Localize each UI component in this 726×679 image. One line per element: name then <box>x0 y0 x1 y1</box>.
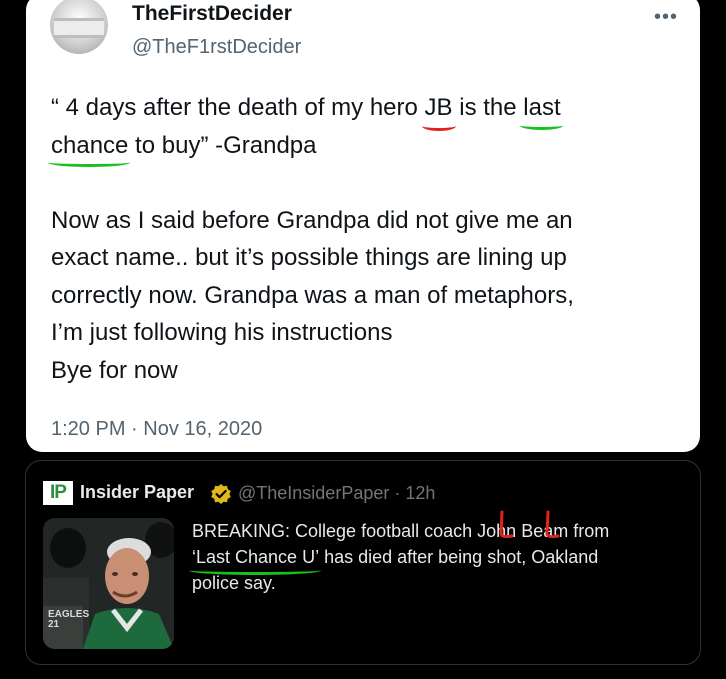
user-handle[interactable]: @TheF1rstDecider <box>132 36 301 59</box>
tweet-paragraph-line: exact name.. but it’s possible things ar… <box>51 244 567 271</box>
quote-line-1: BREAKING: College football coach John Be… <box>192 521 610 541</box>
tweet-timestamp[interactable]: 1:20 PM · Nov 16, 2020 <box>51 418 262 441</box>
tweet-paragraph-line: Now as I said before Grandpa did not giv… <box>51 206 573 234</box>
tweet-paragraph-line: I’m just following his instructions <box>51 319 393 346</box>
tweet-line-1: “ 4 days after the death of my hero JB i… <box>51 89 681 130</box>
display-name[interactable]: TheFirstDecider <box>132 2 292 26</box>
tweet-line-2: chance to buy” -Grandpa <box>47 127 681 167</box>
avatar[interactable] <box>50 0 108 54</box>
tweet-card[interactable]: TheFirstDecider @TheF1rstDecider ••• “ 4… <box>26 0 700 452</box>
quoted-tweet-card[interactable]: IP Insider Paper @TheInsiderPaper · 12h … <box>25 460 701 665</box>
annotated-chance: chance <box>47 127 131 167</box>
coach-photo[interactable]: EAGLES 21 <box>43 518 174 649</box>
insider-paper-logo[interactable]: IP <box>43 481 73 505</box>
jersey-text: EAGLES 21 <box>48 609 90 630</box>
quote-text: BREAKING: College football coach John Be… <box>188 518 682 596</box>
annotated-last-chance-u: ‘Last Chance U’ <box>188 544 322 575</box>
tweet-paragraph-line: Bye for now <box>51 356 178 384</box>
annotated-jb: JB <box>421 89 456 130</box>
tweet-paragraph-line: correctly now. Grandpa was a man of meta… <box>51 281 574 309</box>
verified-badge-icon <box>211 484 231 504</box>
quote-author-name[interactable]: Insider Paper <box>80 482 194 503</box>
annotation-red-mark-b <box>545 510 560 539</box>
quote-line-2: ‘Last Chance U’ has died after being sho… <box>188 544 682 575</box>
more-horizontal-icon[interactable]: ••• <box>654 6 678 29</box>
annotated-last: last <box>520 89 564 129</box>
tweet-text: “ 4 days after the death of my hero JB i… <box>47 89 681 389</box>
annotation-red-mark-j <box>499 510 514 539</box>
quote-handle-time[interactable]: @TheInsiderPaper · 12h <box>238 483 435 504</box>
